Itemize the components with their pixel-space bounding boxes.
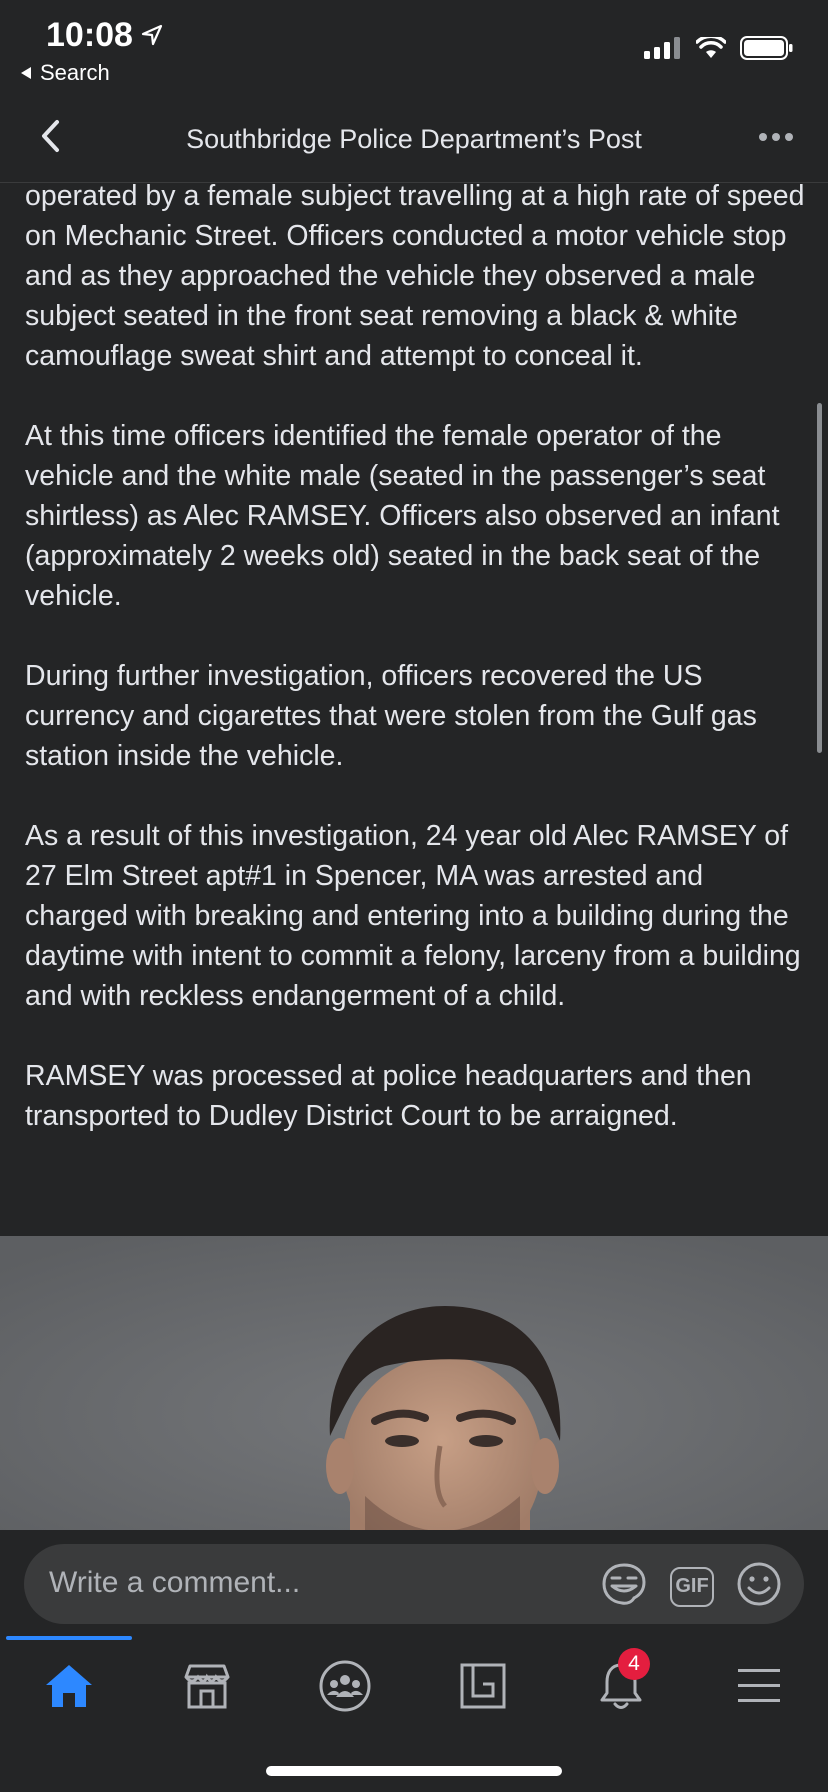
comment-input[interactable]: Write a comment... GIF: [24, 1544, 804, 1624]
more-options-button[interactable]: [754, 118, 798, 158]
page-title: Southbridge Police Department’s Post: [186, 124, 642, 154]
post-paragraph: At this time officers identified the fem…: [25, 420, 780, 612]
tab-gaming[interactable]: [448, 1658, 518, 1718]
post-paragraph: As a result of this investigation, 24 ye…: [25, 820, 801, 1012]
back-to-search-button[interactable]: Search: [20, 60, 110, 86]
active-tab-indicator: [6, 1636, 132, 1640]
post-text: operated by a female subject travelling …: [25, 176, 810, 1176]
status-bar: 10:08 Search: [0, 0, 828, 96]
wifi-icon: [695, 34, 727, 64]
status-indicators: [644, 34, 794, 65]
gif-icon[interactable]: GIF: [670, 1566, 714, 1607]
post-paragraph: operated by a female subject travelling …: [25, 180, 805, 372]
gaming-icon: [459, 1662, 507, 1715]
tab-marketplace[interactable]: [172, 1658, 242, 1718]
home-indicator[interactable]: [266, 1766, 562, 1776]
post-paragraph: During further investigation, officers r…: [25, 660, 757, 772]
sticker-icon[interactable]: [600, 1562, 648, 1611]
post-photo[interactable]: [0, 1236, 828, 1532]
time-label: 10:08: [46, 16, 133, 54]
tab-notifications[interactable]: 4: [586, 1648, 656, 1718]
comment-bar: Write a comment... GIF: [0, 1530, 828, 1634]
emoji-icon[interactable]: [736, 1561, 782, 1612]
back-triangle-icon: [20, 60, 32, 86]
comment-placeholder: Write a comment...: [49, 1566, 301, 1599]
menu-icon: [736, 1666, 782, 1711]
scrollbar[interactable]: [817, 403, 822, 753]
tab-menu[interactable]: [724, 1658, 794, 1718]
location-arrow-icon: [141, 16, 163, 55]
comment-actions: GIF: [600, 1561, 782, 1612]
notification-badge: 4: [618, 1648, 650, 1680]
tab-groups[interactable]: [310, 1658, 380, 1718]
marketplace-icon: [182, 1663, 232, 1714]
status-time: 10:08: [46, 16, 163, 55]
battery-icon: [740, 36, 794, 65]
home-icon: [44, 1663, 94, 1714]
more-dots-icon: [758, 129, 794, 147]
back-search-label: Search: [40, 60, 110, 85]
tab-home[interactable]: [34, 1658, 104, 1718]
post-header: Southbridge Police Department’s Post: [0, 96, 828, 183]
groups-icon: [318, 1659, 372, 1718]
cellular-signal-icon: [644, 37, 682, 64]
mugshot-image: [0, 1236, 828, 1532]
post-paragraph: RAMSEY was processed at police headquart…: [25, 1060, 752, 1132]
